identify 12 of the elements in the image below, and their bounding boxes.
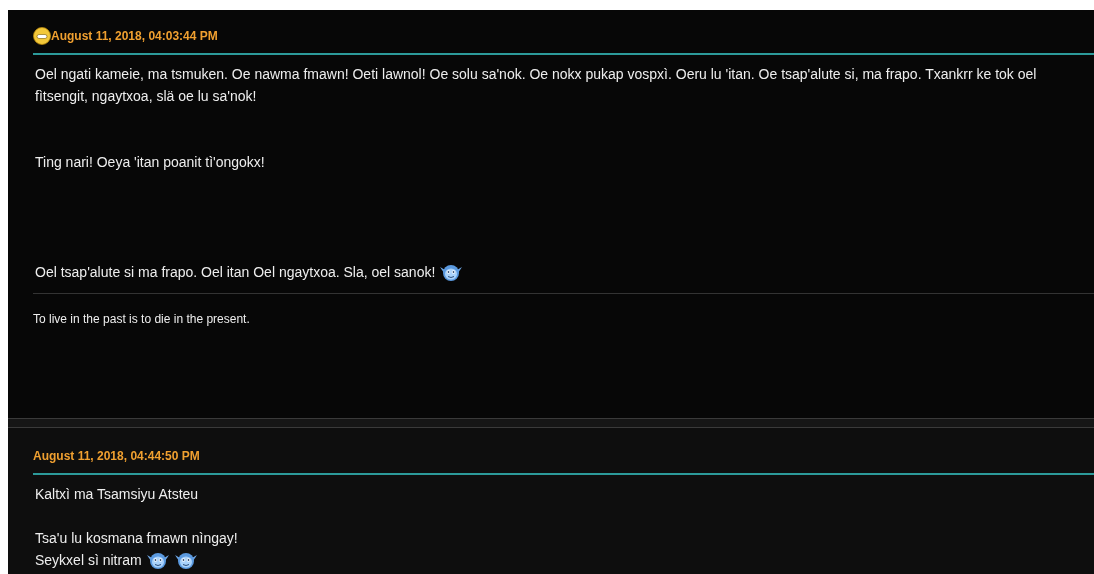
post-text: Kaltxì ma Tsamsiyu Atsteu — [35, 485, 199, 504]
post-text: Oel tsap'alute si ma frapo. Oel itan Oel ngaytxoa. Sla, oel sanok! — [35, 263, 436, 282]
post-text: Oel ngati kameie, ma tsmuken. Oe nawma fmawn! Oeti lawnol! Oe solu sa'nok. Oe nokx pukap vospxì. Oeru lu 'itan. Oe tsap'alute si, ma frapo. Txankrr ke tok oel fìtsengit, ngaytxoa, slä oe lu sa'nok! — [35, 65, 1038, 106]
post-date: August 11, 2018, 04:44:50 PM — [33, 448, 200, 465]
creature-face-icon — [439, 262, 464, 282]
creature-face-icon — [145, 550, 170, 570]
post-text: Tsa'u lu kosmana fmawn nìngay! — [35, 529, 238, 548]
post-text: Seykxel sì nitram — [35, 551, 142, 570]
signature-text: To live in the past is to die in the present. — [33, 312, 250, 326]
post-date: August 11, 2018, 04:03:44 PM — [51, 28, 218, 45]
creature-face-icon — [173, 550, 198, 570]
post-text: Ting nari! Oeya 'itan poanit tì'ongokx! — [35, 153, 265, 172]
